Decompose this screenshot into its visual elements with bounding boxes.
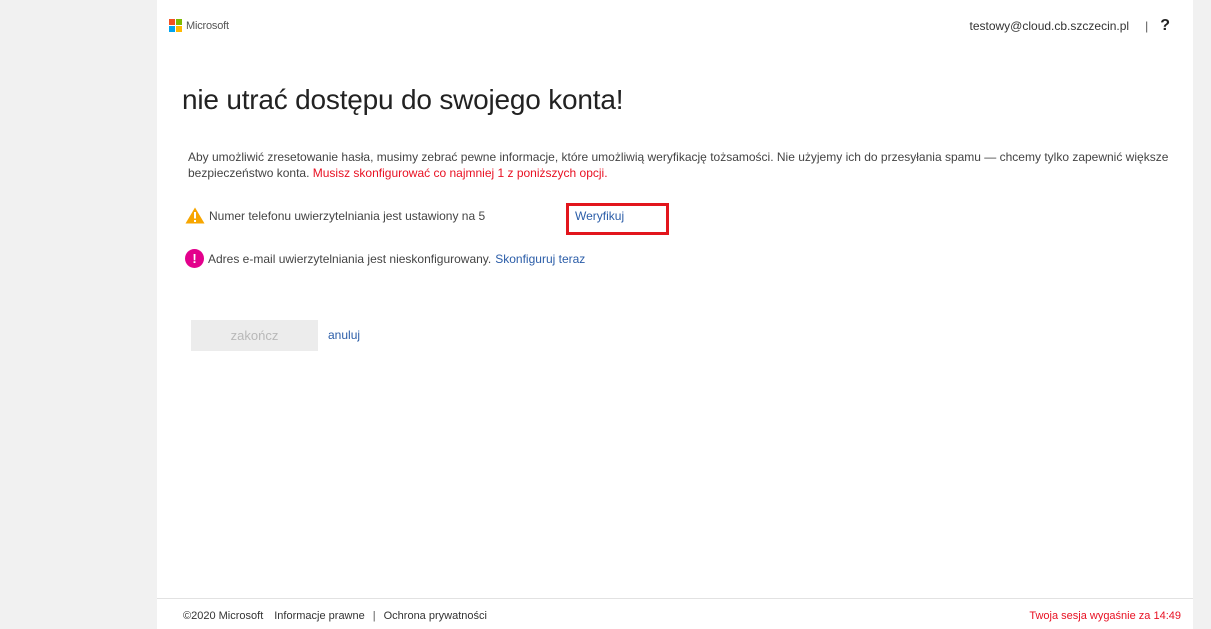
- user-email[interactable]: testowy@cloud.cb.szczecin.pl: [970, 19, 1130, 33]
- footer-separator: |: [372, 610, 376, 622]
- right-margin: [1193, 0, 1211, 629]
- phone-status-text: Numer telefonu uwierzytelniania jest ust…: [209, 208, 486, 223]
- email-status-text: Adres e-mail uwierzytelniania jest niesk…: [208, 251, 492, 266]
- configure-now-link[interactable]: Skonfiguruj teraz: [495, 252, 585, 266]
- finish-button[interactable]: zakończ: [191, 320, 318, 351]
- user-area: testowy@cloud.cb.szczecin.pl | ?: [970, 17, 1171, 35]
- microsoft-logo: Microsoft: [169, 19, 229, 32]
- header-separator: |: [1145, 19, 1149, 33]
- footer-links: ©2020 Microsoft Informacje prawne | Ochr…: [183, 610, 487, 622]
- intro-text: Aby umożliwić zresetowanie hasła, musimy…: [188, 149, 1178, 181]
- session-timer: Twoja sesja wygaśnie za 14:49: [1029, 610, 1181, 622]
- exclamation-circle-icon: !: [185, 249, 204, 268]
- microsoft-logo-icon: [169, 19, 182, 32]
- page: Microsoft testowy@cloud.cb.szczecin.pl |…: [157, 0, 1193, 629]
- warning-triangle-icon: [185, 207, 205, 224]
- cancel-link[interactable]: anuluj: [328, 328, 360, 342]
- privacy-link[interactable]: Ochrona prywatności: [384, 610, 487, 622]
- phone-row: Numer telefonu uwierzytelniania jest ust…: [185, 207, 569, 224]
- footer-divider: [157, 598, 1193, 599]
- brand-name: Microsoft: [186, 19, 229, 32]
- help-icon[interactable]: ?: [1160, 17, 1170, 35]
- intro-warning: Musisz skonfigurować co najmniej 1 z pon…: [312, 166, 608, 180]
- copyright: ©2020 Microsoft: [183, 610, 264, 622]
- email-row: ! Adres e-mail uwierzytelniania jest nie…: [185, 249, 585, 268]
- legal-link[interactable]: Informacje prawne: [274, 610, 365, 622]
- page-title: nie utrać dostępu do swojego konta!: [182, 84, 624, 115]
- verify-link[interactable]: Weryfikuj: [575, 209, 624, 223]
